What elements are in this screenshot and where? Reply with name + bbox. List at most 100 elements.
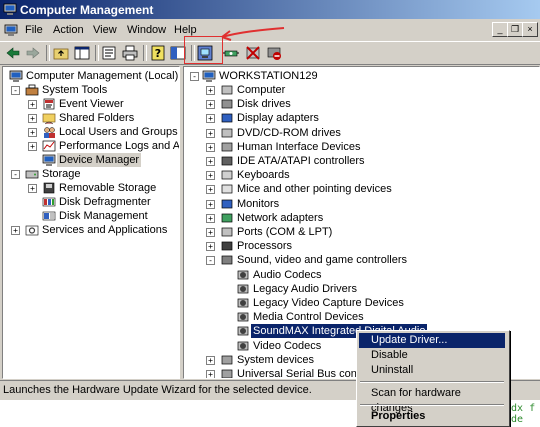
hid-icon — [221, 142, 233, 152]
tree-label: Media Control Devices — [253, 311, 364, 324]
properties-button[interactable] — [100, 44, 118, 62]
expand-toggle[interactable]: + — [206, 86, 215, 95]
console-icon[interactable] — [4, 23, 18, 37]
computer-icon — [221, 85, 233, 95]
back-arrow-icon — [6, 47, 20, 59]
tree-label: Computer — [237, 84, 286, 96]
uninstall-icon — [246, 46, 260, 60]
tree-label: Legacy Video Capture Devices — [253, 297, 404, 309]
speaker-icon — [237, 284, 249, 294]
tree-label: Disk Management — [59, 210, 148, 222]
menu-item-properties[interactable]: Properties — [359, 409, 505, 424]
tree-label: WORKSTATION129 — [219, 70, 318, 82]
toolbar-separator — [95, 45, 99, 61]
speaker-icon — [237, 327, 249, 336]
expand-toggle[interactable]: + — [11, 226, 20, 235]
mdi-close-button[interactable]: × — [522, 22, 538, 37]
speaker-icon — [237, 312, 249, 322]
help-icon: ? — [151, 45, 165, 61]
tree-label-selected: Device Manager — [57, 153, 142, 167]
tree-label: Network adapters — [237, 211, 324, 224]
tree-label: Human Interface Devices — [237, 140, 361, 153]
tree-label: Services and Applications — [42, 224, 168, 236]
speaker-icon — [237, 298, 249, 308]
disable-device-button[interactable] — [265, 44, 283, 62]
scan-hardware-button[interactable] — [222, 44, 240, 62]
defragmenter-icon — [42, 197, 56, 207]
network-adapter-icon — [221, 213, 233, 223]
back-button[interactable] — [4, 44, 22, 62]
print-icon — [122, 45, 138, 61]
collapse-toggle[interactable]: - — [190, 72, 199, 81]
tree-label: Processors — [237, 240, 293, 253]
expand-toggle[interactable]: + — [206, 355, 215, 365]
speaker-icon — [237, 270, 249, 279]
expand-toggle[interactable]: + — [206, 114, 215, 124]
menu-item-scan-hardware[interactable]: Scan for hardware changes — [359, 386, 505, 414]
expand-toggle[interactable]: + — [206, 128, 215, 138]
up-one-level-button[interactable] — [52, 44, 70, 62]
expand-toggle[interactable]: + — [28, 114, 37, 123]
disable-device-icon — [267, 47, 281, 60]
menu-item-disable[interactable]: Disable — [359, 348, 505, 363]
users-icon — [44, 127, 55, 138]
annotation-box — [184, 36, 223, 64]
tree-label: Disk drives — [237, 98, 291, 111]
menu-separator — [360, 381, 504, 383]
menu-help[interactable]: Help — [174, 24, 197, 36]
computer-icon — [202, 70, 216, 82]
mdi-minimize-button[interactable]: _ — [492, 22, 508, 37]
svg-text:?: ? — [155, 47, 161, 60]
expand-toggle[interactable]: + — [206, 100, 215, 110]
storage-icon — [25, 170, 39, 179]
mdi-restore-button[interactable]: ❐ — [507, 22, 523, 37]
expand-toggle[interactable]: + — [28, 100, 37, 109]
menu-action[interactable]: Action — [53, 24, 84, 36]
menu-view[interactable]: View — [93, 24, 117, 36]
collapse-toggle[interactable]: - — [206, 256, 215, 266]
expand-toggle[interactable]: + — [28, 128, 37, 137]
collapse-toggle[interactable]: - — [11, 170, 20, 179]
menu-file[interactable]: File — [25, 24, 43, 36]
device-manager-icon — [42, 154, 56, 166]
menu-item-uninstall[interactable]: Uninstall — [359, 363, 505, 378]
tree-label: Removable Storage — [59, 182, 157, 194]
port-icon — [221, 227, 233, 237]
mouse-icon — [221, 185, 233, 194]
expand-toggle[interactable]: + — [206, 185, 215, 195]
expand-toggle[interactable]: + — [206, 370, 215, 378]
expand-toggle[interactable]: + — [206, 199, 215, 209]
menu-window[interactable]: Window — [127, 24, 166, 36]
collapse-toggle[interactable]: - — [11, 86, 20, 95]
dvd-drive-icon — [221, 128, 233, 137]
print-button[interactable] — [121, 44, 139, 62]
expand-toggle[interactable]: + — [28, 184, 37, 193]
expand-toggle[interactable]: + — [28, 142, 37, 151]
status-text: Launches the Hardware Update Wizard for … — [3, 384, 312, 396]
expand-toggle[interactable]: + — [206, 171, 215, 181]
expand-toggle[interactable]: + — [206, 213, 215, 223]
tree-label: System devices — [237, 353, 315, 366]
menu-item-update-driver[interactable]: Update Driver... — [359, 333, 505, 348]
event-viewer-icon — [43, 98, 55, 110]
expand-toggle[interactable]: + — [206, 157, 215, 166]
tree-label: Disk Defragmenter — [59, 196, 151, 208]
show-hide-tree-icon — [74, 46, 90, 60]
disk-drive-icon — [221, 99, 233, 109]
expand-toggle[interactable]: + — [206, 242, 215, 252]
tree-label: Mice and other pointing devices — [237, 183, 392, 196]
show-hide-tree-button[interactable] — [73, 44, 91, 62]
usb-controller-icon — [221, 369, 233, 378]
tree-label: Video Codecs — [253, 339, 322, 352]
console-tree-pane[interactable]: Computer Management (Local) - System Too… — [2, 66, 180, 379]
computer-management-icon — [9, 70, 23, 82]
uninstall-button[interactable] — [244, 44, 262, 62]
help-button[interactable]: ? — [149, 44, 167, 62]
services-icon — [25, 225, 39, 236]
forward-button[interactable] — [24, 44, 42, 62]
title-bar[interactable]: Computer Management — [0, 0, 540, 19]
expand-toggle[interactable]: + — [206, 228, 215, 237]
toolbar-separator — [143, 45, 147, 61]
tree-label: Keyboards — [237, 169, 290, 182]
expand-toggle[interactable]: + — [206, 142, 215, 152]
